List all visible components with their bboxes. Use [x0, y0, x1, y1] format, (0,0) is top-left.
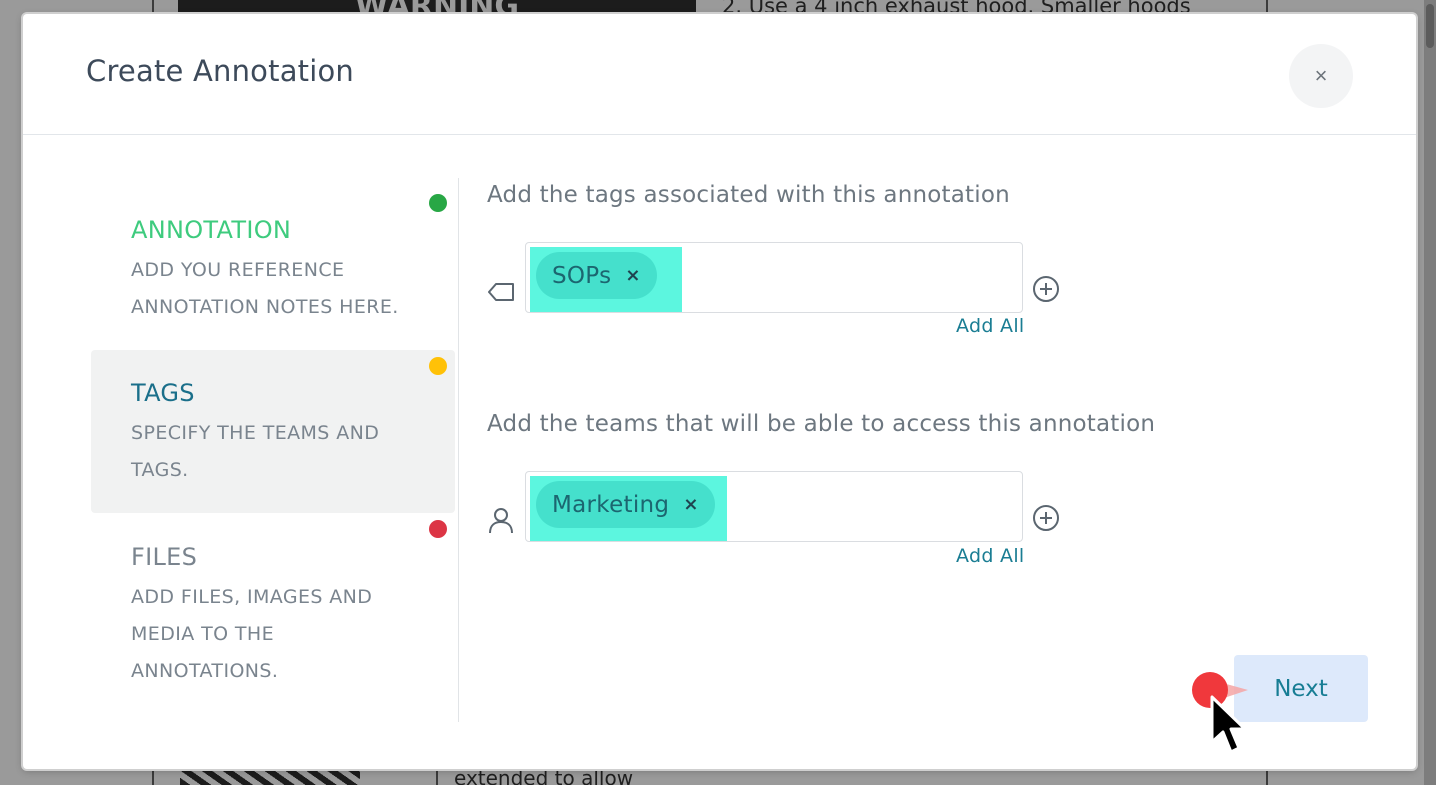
modal-header: Create Annotation ×	[23, 14, 1416, 135]
status-dot	[429, 357, 447, 375]
next-button[interactable]: Next	[1234, 655, 1368, 722]
chip-label: SOPs	[552, 262, 612, 289]
teams-input[interactable]: Marketing ×	[525, 471, 1023, 542]
status-dot	[429, 520, 447, 538]
chip-remove-icon[interactable]: ×	[683, 494, 698, 515]
modal-title: Create Annotation	[86, 54, 355, 88]
close-button[interactable]: ×	[1289, 44, 1353, 108]
step-annotation[interactable]: ANNOTATION ADD YOU REFERENCE ANNOTATION …	[91, 178, 455, 350]
chip-remove-icon[interactable]: ×	[625, 265, 640, 286]
team-chip: Marketing ×	[536, 481, 715, 528]
background-warning-banner: WARNING	[178, 0, 696, 14]
step-tags[interactable]: TAGS SPECIFY THE TEAMS AND TAGS.	[91, 350, 455, 513]
add-all-tags-link[interactable]: Add All	[956, 315, 1024, 337]
step-title: FILES	[131, 543, 198, 571]
step-title: TAGS	[131, 379, 195, 407]
add-team-icon[interactable]	[1031, 503, 1061, 533]
teams-section-label: Add the teams that will be able to acces…	[487, 411, 1156, 437]
scrollbar-thumb[interactable]	[1426, 4, 1434, 48]
tag-icon	[488, 283, 514, 301]
step-files[interactable]: FILES ADD FILES, IMAGES AND MEDIA TO THE…	[91, 513, 455, 722]
mouse-cursor-icon	[1210, 695, 1247, 754]
steps-nav: ANNOTATION ADD YOU REFERENCE ANNOTATION …	[91, 178, 459, 722]
tags-section-label: Add the tags associated with this annota…	[487, 182, 1010, 208]
status-dot	[429, 194, 447, 212]
chip-label: Marketing	[552, 491, 670, 518]
user-icon	[489, 508, 513, 534]
close-icon: ×	[1314, 63, 1328, 88]
step-description: ADD YOU REFERENCE ANNOTATION NOTES HERE.	[131, 259, 399, 318]
tag-chip: SOPs ×	[536, 252, 657, 299]
add-tag-icon[interactable]	[1031, 274, 1061, 304]
step-description: SPECIFY THE TEAMS AND TAGS.	[131, 422, 380, 481]
page-scrollbar[interactable]	[1424, 0, 1436, 785]
step-description: ADD FILES, IMAGES AND MEDIA TO THE ANNOT…	[131, 586, 373, 682]
vertical-divider	[458, 178, 459, 722]
create-annotation-modal: Create Annotation × ANNOTATION ADD YOU R…	[23, 14, 1416, 769]
tags-input[interactable]: SOPs ×	[525, 242, 1023, 313]
add-all-teams-link[interactable]: Add All	[956, 545, 1024, 567]
step-title: ANNOTATION	[131, 216, 292, 244]
background-graphic	[180, 768, 360, 785]
